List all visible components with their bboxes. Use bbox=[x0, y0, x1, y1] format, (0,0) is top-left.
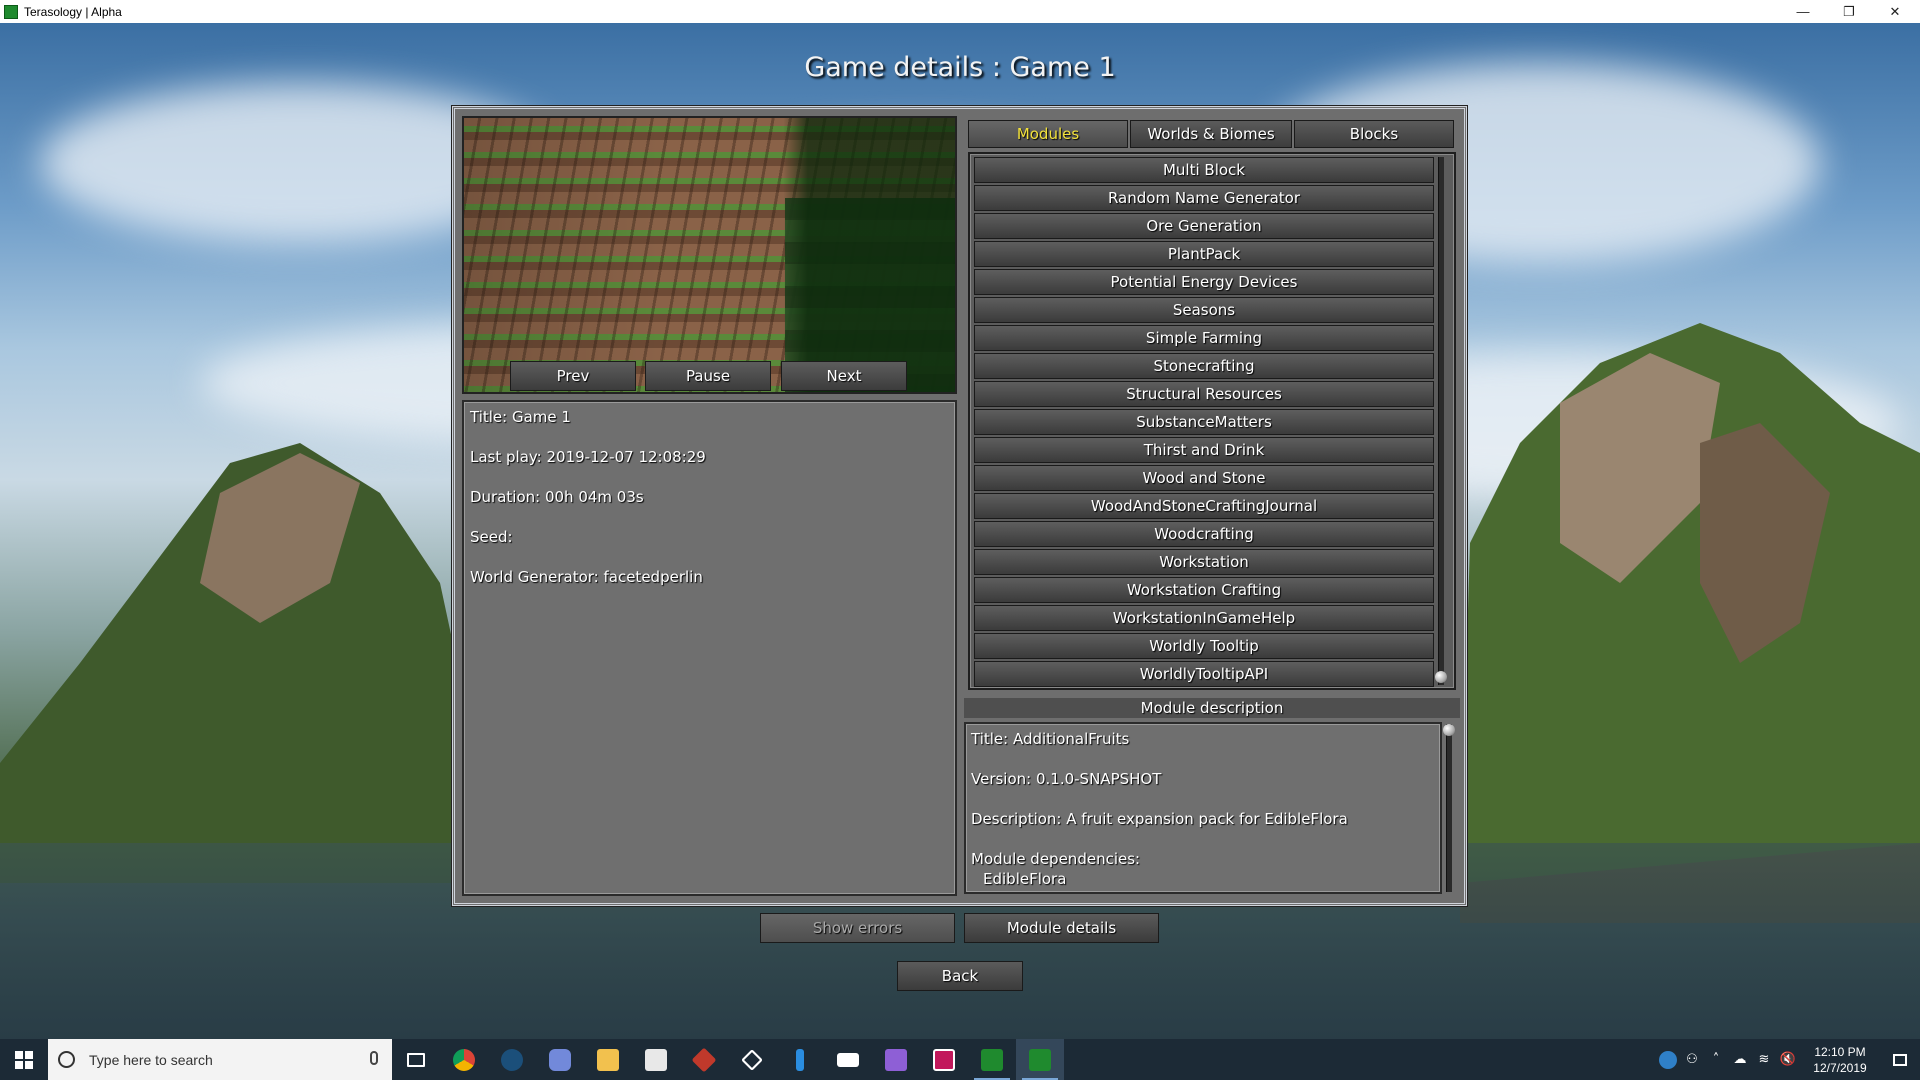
module-item[interactable]: Simple Farming bbox=[974, 325, 1434, 351]
module-item[interactable]: Worldly Tooltip bbox=[974, 633, 1434, 659]
store-icon[interactable] bbox=[632, 1039, 680, 1080]
tab-modules[interactable]: Modules bbox=[968, 120, 1128, 148]
terasology-taskbar-icon[interactable] bbox=[968, 1039, 1016, 1080]
microphone-icon[interactable] bbox=[370, 1051, 378, 1065]
module-item[interactable]: WoodAndStoneCraftingJournal bbox=[974, 493, 1434, 519]
minimize-button[interactable]: — bbox=[1780, 0, 1826, 23]
module-list-scroll-thumb[interactable] bbox=[1435, 671, 1447, 683]
intellij-icon[interactable] bbox=[920, 1039, 968, 1080]
module-description-text: Description: A fruit expansion pack for … bbox=[971, 810, 1348, 828]
prev-button[interactable]: Prev bbox=[510, 361, 636, 391]
game-preview-image bbox=[462, 116, 957, 394]
module-item[interactable]: WorldlyTooltipAPI bbox=[974, 661, 1434, 687]
wifi-icon[interactable]: ≋ bbox=[1752, 1039, 1776, 1080]
module-dependency-item: EdibleFlora bbox=[983, 870, 1067, 888]
module-item[interactable]: Seasons bbox=[974, 297, 1434, 323]
module-item[interactable]: Thirst and Drink bbox=[974, 437, 1434, 463]
steam-icon[interactable] bbox=[488, 1039, 536, 1080]
module-item[interactable]: Workstation bbox=[974, 549, 1434, 575]
task-view-icon[interactable] bbox=[392, 1039, 440, 1080]
visual-studio-icon[interactable] bbox=[872, 1039, 920, 1080]
description-scrollbar[interactable] bbox=[1446, 724, 1452, 892]
terasology-taskbar-icon-active[interactable] bbox=[1016, 1039, 1064, 1080]
system-tray: ⚇ ˄ ☁ ≋ 🔇 12:10 PM 12/7/2019 bbox=[1656, 1039, 1920, 1080]
module-version: Version: 0.1.0-SNAPSHOT bbox=[971, 770, 1162, 788]
module-item[interactable]: SubstanceMatters bbox=[974, 409, 1434, 435]
tab-blocks[interactable]: Blocks bbox=[1294, 120, 1454, 148]
game-world-generator: World Generator: facetedperlin bbox=[470, 568, 703, 586]
onedrive-icon[interactable]: ☁ bbox=[1728, 1039, 1752, 1080]
file-explorer-icon[interactable] bbox=[584, 1039, 632, 1080]
red-app-icon[interactable] bbox=[680, 1039, 728, 1080]
notifications-icon[interactable] bbox=[1880, 1039, 1920, 1080]
search-placeholder: Type here to search bbox=[89, 1051, 213, 1068]
next-button[interactable]: Next bbox=[781, 361, 907, 391]
game-info-box: Title: Game 1 Last play: 2019-12-07 12:0… bbox=[462, 400, 957, 896]
page-title: Game details : Game 1 bbox=[804, 52, 1116, 83]
restore-button[interactable]: ❐ bbox=[1826, 0, 1872, 23]
module-item[interactable]: PlantPack bbox=[974, 241, 1434, 267]
window-title: Terasology | Alpha bbox=[24, 4, 122, 19]
module-item[interactable]: Wood and Stone bbox=[974, 465, 1434, 491]
taskbar-clock[interactable]: 12:10 PM 12/7/2019 bbox=[1800, 1044, 1880, 1076]
clock-time: 12:10 PM bbox=[1814, 1044, 1866, 1059]
start-button[interactable] bbox=[0, 1039, 48, 1080]
module-item[interactable]: Potential Energy Devices bbox=[974, 269, 1434, 295]
dropbox-icon[interactable] bbox=[728, 1039, 776, 1080]
module-item[interactable]: WorkstationInGameHelp bbox=[974, 605, 1434, 631]
module-item[interactable]: Multi Block bbox=[974, 157, 1434, 183]
module-title: Title: AdditionalFruits bbox=[971, 730, 1130, 748]
help-icon[interactable] bbox=[1656, 1039, 1680, 1080]
module-description-header: Module description bbox=[964, 698, 1460, 718]
game-last-play: Last play: 2019-12-07 12:08:29 bbox=[470, 448, 706, 466]
windows-logo-icon bbox=[15, 1050, 33, 1069]
chevron-up-icon[interactable]: ˄ bbox=[1704, 1039, 1728, 1080]
chrome-icon[interactable] bbox=[440, 1039, 488, 1080]
module-item[interactable]: Workstation Crafting bbox=[974, 577, 1434, 603]
module-list-scrollbar[interactable] bbox=[1438, 157, 1444, 685]
back-button[interactable]: Back bbox=[897, 961, 1023, 991]
game-seed: Seed: bbox=[470, 528, 513, 546]
module-item[interactable]: Ore Generation bbox=[974, 213, 1434, 239]
game-title: Title: Game 1 bbox=[470, 408, 571, 426]
discord-icon[interactable] bbox=[536, 1039, 584, 1080]
module-description-box: Title: AdditionalFruits Version: 0.1.0-S… bbox=[964, 722, 1442, 894]
people-icon[interactable]: ⚇ bbox=[1680, 1039, 1704, 1080]
description-scroll-thumb[interactable] bbox=[1443, 724, 1455, 736]
module-details-button[interactable]: Module details bbox=[964, 913, 1159, 943]
show-errors-button[interactable]: Show errors bbox=[760, 913, 955, 943]
game-duration: Duration: 00h 04m 03s bbox=[470, 488, 644, 506]
windows-taskbar: Type here to search ⚇ ˄ ☁ ≋ 🔇 12:10 PM 1… bbox=[0, 1039, 1920, 1080]
blue-app-icon[interactable] bbox=[776, 1039, 824, 1080]
taskbar-search[interactable]: Type here to search bbox=[48, 1039, 392, 1080]
module-item[interactable]: Random Name Generator bbox=[974, 185, 1434, 211]
module-item[interactable]: Structural Resources bbox=[974, 381, 1434, 407]
window-titlebar: Terasology | Alpha — ❐ ✕ bbox=[0, 0, 1920, 23]
module-item[interactable]: Woodcrafting bbox=[974, 521, 1434, 547]
tab-worlds-biomes[interactable]: Worlds & Biomes bbox=[1130, 120, 1292, 148]
close-button[interactable]: ✕ bbox=[1872, 0, 1918, 23]
volume-muted-icon[interactable]: 🔇 bbox=[1776, 1039, 1800, 1080]
mail-icon[interactable] bbox=[824, 1039, 872, 1080]
cortana-icon bbox=[58, 1051, 75, 1068]
pause-button[interactable]: Pause bbox=[645, 361, 771, 391]
clock-date: 12/7/2019 bbox=[1813, 1060, 1867, 1075]
module-item[interactable]: Stonecrafting bbox=[974, 353, 1434, 379]
module-dependencies-label: Module dependencies: bbox=[971, 850, 1141, 868]
module-list: Multi Block Random Name Generator Ore Ge… bbox=[974, 157, 1434, 689]
terasology-app-icon bbox=[4, 4, 18, 19]
